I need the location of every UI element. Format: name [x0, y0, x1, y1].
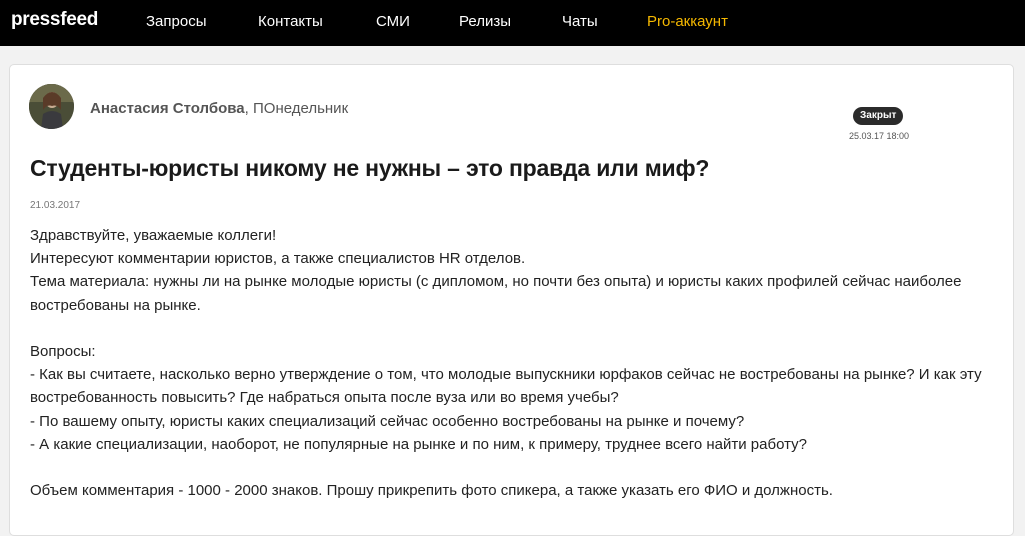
- status-badge: Закрыт: [853, 107, 904, 125]
- top-nav-bar: pressfeed Запросы Контакты СМИ Релизы Ча…: [0, 0, 1025, 46]
- nav-item-releases[interactable]: Релизы: [459, 13, 511, 30]
- question-2: - По вашему опыту, юристы каких специали…: [30, 412, 745, 430]
- media-name: , ПОнедельник: [244, 100, 349, 117]
- nav-item-requests[interactable]: Запросы: [146, 13, 207, 30]
- topic-text: Тема материала: нужны ли на рынке молоды…: [30, 273, 962, 314]
- nav-item-media[interactable]: СМИ: [376, 13, 410, 30]
- comment-requirements: Объем комментария - 1000 - 2000 знаков. …: [30, 482, 833, 500]
- question-3: - А какие специализации, наоборот, не по…: [30, 435, 807, 453]
- publication-date: 21.03.2017: [30, 200, 81, 211]
- author-name[interactable]: Анастасия Столбова: [90, 100, 245, 117]
- request-body: Здравствуйте, уважаемые коллеги! Интерес…: [30, 224, 990, 502]
- nav-item-contacts[interactable]: Контакты: [258, 13, 323, 30]
- questions-heading: Вопросы:: [30, 343, 96, 360]
- pressfeed-logo[interactable]: pressfeed: [11, 9, 98, 31]
- request-title: Студенты-юристы никому не нужны – это пр…: [30, 155, 710, 181]
- greeting-text: Здравствуйте, уважаемые коллеги!: [30, 227, 277, 244]
- interest-text: Интересуют комментарии юристов, а также …: [30, 250, 526, 268]
- deadline-date: 25.03.17 18:00: [849, 131, 910, 141]
- nav-item-chats[interactable]: Чаты: [562, 13, 598, 30]
- nav-item-pro-account[interactable]: Pro-аккаунт: [647, 13, 728, 30]
- author-avatar[interactable]: [29, 84, 74, 129]
- author-line: Анастасия Столбова, ПОнедельник: [90, 100, 348, 117]
- question-1: - Как вы считаете, насколько верно утвер…: [30, 366, 982, 407]
